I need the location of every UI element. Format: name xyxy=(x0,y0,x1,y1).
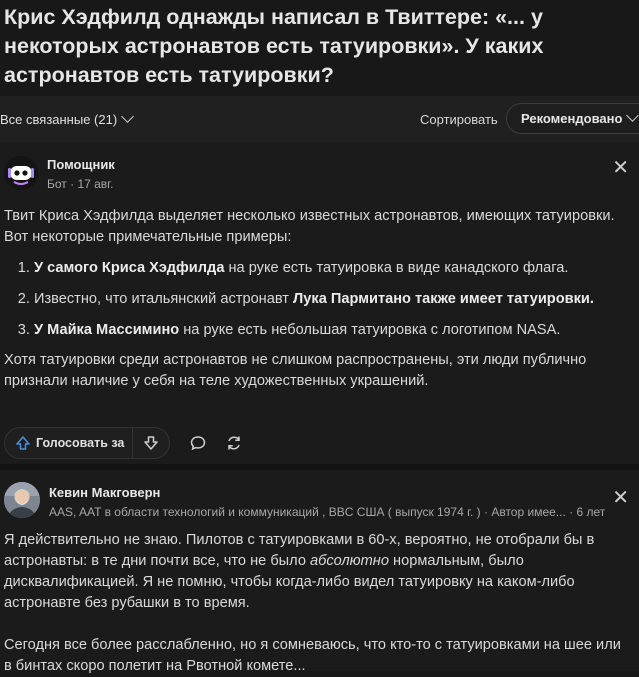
author-name[interactable]: Кевин Макговерн xyxy=(49,485,605,500)
author-meta: AAS, AAT в области технологий и коммуник… xyxy=(49,505,606,519)
upvote-label: Голосовать за xyxy=(36,436,125,450)
comment-button[interactable] xyxy=(188,433,208,453)
related-filter-button[interactable]: Все связанные (21) xyxy=(0,109,135,127)
list-item: Известно, что итальянский астронавт Лука… xyxy=(34,289,632,310)
chevron-down-icon xyxy=(626,109,639,122)
chevron-down-icon xyxy=(121,109,135,123)
answer-author: Помощник Бот · 17 авг. xyxy=(4,156,115,191)
answer-list: У самого Криса Хэдфилда на руке есть тат… xyxy=(4,258,632,341)
share-icon xyxy=(228,436,241,450)
answer-body: Твит Криса Хэдфилда выделяет несколько и… xyxy=(4,206,632,392)
answer-outro: Хотя татуировки среди астронавтов не сли… xyxy=(4,352,587,389)
list-item-bold[interactable]: У самого Криса Хэдфилда xyxy=(34,260,224,276)
list-item-text: Известно, что итальянский астронавт xyxy=(34,291,294,307)
share-button[interactable] xyxy=(224,433,244,453)
list-item: У Майка Массимино на руке есть небольшая… xyxy=(34,320,632,341)
answer-actions: Голосовать за xyxy=(4,427,244,459)
answer-author: Кевин Макговерн AAS, AAT в области техно… xyxy=(4,482,605,519)
list-item-bold[interactable]: У Майка Массимино xyxy=(34,322,179,338)
upvote-button[interactable]: Голосовать за xyxy=(5,435,132,451)
arrow-down-icon xyxy=(144,436,159,450)
answer-card: Помощник Бот · 17 авг. ✕ Твит Криса Хэдф… xyxy=(0,142,639,464)
avatar[interactable] xyxy=(4,156,38,190)
sort-dropdown[interactable]: Рекомендовано xyxy=(506,103,639,134)
author-name[interactable]: Помощник xyxy=(47,157,115,172)
close-icon[interactable]: ✕ xyxy=(612,485,629,510)
list-item-text: на руке есть татуировка в виде канадског… xyxy=(224,260,569,276)
bot-avatar-icon xyxy=(4,156,38,190)
answer-paragraph: Я действительно не знаю. Пилотов с татуи… xyxy=(4,530,632,614)
answer-body: Я действительно не знаю. Пилотов с татуи… xyxy=(4,530,632,677)
avatar[interactable] xyxy=(4,482,40,518)
list-item-bold[interactable]: Лука Пармитано также имеет татуировки. xyxy=(293,291,594,307)
question-title: Крис Хэдфилд однажды написал в Твиттере:… xyxy=(4,5,544,87)
list-item-text: на руке есть небольшая татуировка с лого… xyxy=(179,322,561,338)
answer-card: Кевин Макговерн AAS, AAT в области техно… xyxy=(0,470,639,674)
author-photo xyxy=(4,482,40,518)
arrow-up-icon xyxy=(16,436,30,450)
author-meta: Бот · 17 авг. xyxy=(47,177,114,191)
vote-group: Голосовать за xyxy=(4,427,171,459)
answer-intro: Твит Криса Хэдфилда выделяет несколько и… xyxy=(4,208,615,245)
downvote-button[interactable] xyxy=(132,428,169,458)
sort-value: Рекомендовано xyxy=(521,111,623,126)
answers-toolbar: Все связанные (21) Сортировать Рекомендо… xyxy=(0,96,639,142)
related-filter-label: Все связанные (21) xyxy=(0,111,118,127)
comment-icon xyxy=(191,436,206,451)
sort-label: Сортировать xyxy=(420,111,498,127)
list-item: У самого Криса Хэдфилда на руке есть тат… xyxy=(34,258,632,279)
emphasis-text: абсолютно xyxy=(310,553,389,569)
close-icon[interactable]: ✕ xyxy=(612,155,629,180)
